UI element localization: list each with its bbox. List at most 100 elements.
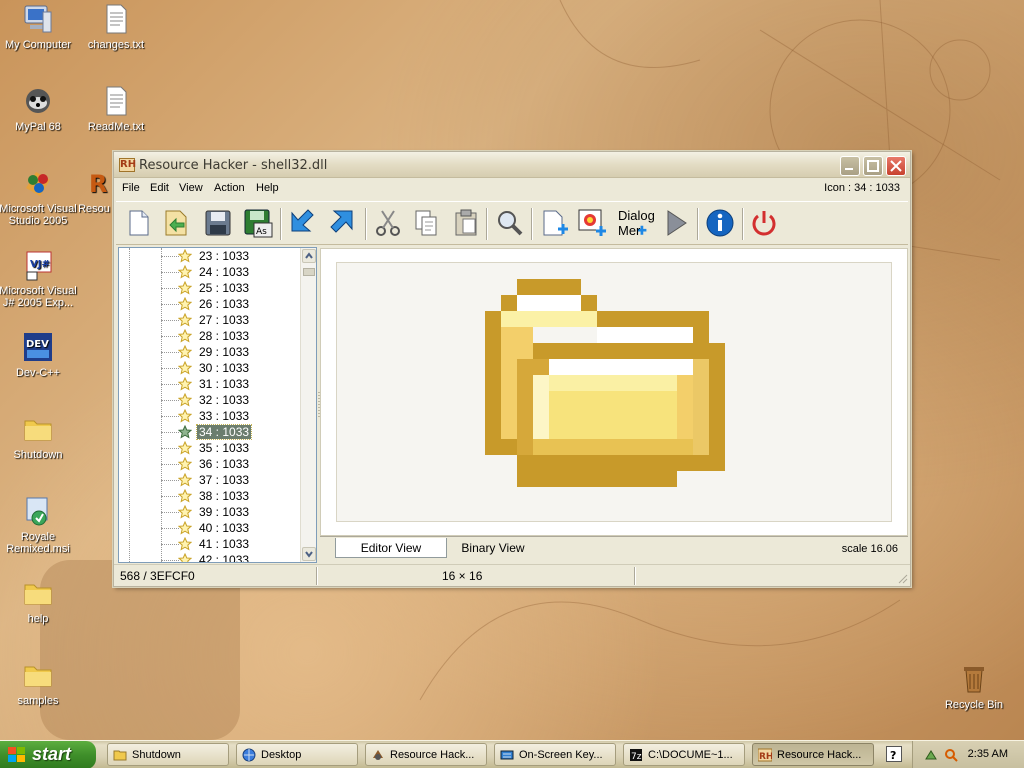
save-as-button[interactable]: As	[240, 205, 276, 241]
tree-item[interactable]: 29 : 1033	[119, 344, 299, 360]
tree-item[interactable]: 34 : 1033	[119, 424, 299, 440]
search-icon[interactable]	[943, 747, 959, 763]
tree-item[interactable]: 32 : 1033	[119, 392, 299, 408]
preview-pane	[320, 248, 908, 536]
app-icon	[373, 750, 383, 760]
tree-item[interactable]: 28 : 1033	[119, 328, 299, 344]
start-button[interactable]: start	[0, 741, 96, 768]
installer-icon	[21, 494, 55, 528]
raccoon-icon	[21, 84, 55, 118]
tree-item[interactable]: 35 : 1033	[119, 440, 299, 456]
star-icon	[178, 249, 192, 263]
desktop-icon-visual-jsharp[interactable]: VJ# Microsoft Visual J# 2005 Exp...	[0, 248, 78, 309]
tree-item[interactable]: 39 : 1033	[119, 504, 299, 520]
tree-item[interactable]: 40 : 1033	[119, 520, 299, 536]
title-bar[interactable]: RH Resource Hacker - shell32.dll	[114, 152, 910, 178]
save-button[interactable]	[200, 205, 236, 241]
taskbar-item-desktop[interactable]: Desktop	[236, 743, 358, 766]
desktop-icon-shutdown[interactable]: Shutdown	[0, 412, 78, 461]
tree-scrollbar[interactable]	[300, 248, 316, 562]
back-button[interactable]	[284, 205, 320, 241]
add-image-icon	[578, 209, 606, 236]
taskbar-item-shutdown[interactable]: Shutdown	[107, 743, 229, 766]
star-icon	[178, 329, 192, 343]
desktop-icon-samples[interactable]: samples	[0, 658, 78, 707]
tree-connector	[161, 272, 179, 273]
open-file-button[interactable]	[158, 205, 194, 241]
tree-item[interactable]: 26 : 1033	[119, 296, 299, 312]
tab-binary-view[interactable]: Binary View	[453, 538, 533, 558]
menu-file[interactable]: File	[122, 182, 140, 194]
tree-item[interactable]: 33 : 1033	[119, 408, 299, 424]
desktop-icon-help[interactable]: help	[0, 576, 78, 625]
exit-button[interactable]	[746, 205, 782, 241]
minimize-button[interactable]	[840, 156, 860, 176]
keyboard-icon	[500, 750, 514, 760]
close-icon	[890, 160, 902, 172]
tree-item[interactable]: 30 : 1033	[119, 360, 299, 376]
desktop-icon-changes-txt[interactable]: changes.txt	[76, 2, 156, 51]
desktop-icon-recycle-bin[interactable]: Recycle Bin	[934, 662, 1014, 711]
tree-item[interactable]: 38 : 1033	[119, 488, 299, 504]
tree-item[interactable]: 24 : 1033	[119, 264, 299, 280]
desktop-icon-label: Royale Remixed.msi	[6, 531, 70, 555]
toolbar-separator	[697, 208, 699, 240]
tree-item[interactable]: 25 : 1033	[119, 280, 299, 296]
tree-connector	[161, 528, 179, 529]
desktop-icon-my-computer[interactable]: My Computer	[0, 2, 78, 51]
new-file-button[interactable]	[120, 205, 156, 241]
maximize-button[interactable]	[863, 156, 883, 176]
tab-editor-view[interactable]: Editor View	[335, 538, 447, 558]
resize-grip-icon[interactable]	[896, 572, 908, 584]
taskbar-item-7zip[interactable]: 7z C:\DOCUME~1...	[623, 743, 745, 766]
toolbar-separator	[280, 208, 282, 240]
taskbar-item-resource-hacker[interactable]: Resource Hack...	[365, 743, 487, 766]
add-resource-icon	[543, 210, 568, 236]
forward-button[interactable]	[324, 205, 360, 241]
tree-item[interactable]: 37 : 1033	[119, 472, 299, 488]
help-tray-button[interactable]: ?	[886, 746, 902, 762]
tree-item-label: 36 : 1033	[199, 457, 250, 471]
scroll-down-button[interactable]	[302, 547, 316, 561]
svg-text:?: ?	[890, 749, 896, 761]
tree-item[interactable]: 31 : 1033	[119, 376, 299, 392]
scroll-thumb[interactable]	[303, 268, 315, 276]
svg-text:DEV: DEV	[26, 339, 49, 350]
resource-tree[interactable]: 23 : 1033 24 : 1033 25 : 1033 26 : 1033 27 :…	[118, 247, 317, 563]
desktop-icon-devcpp[interactable]: DEV Dev-C++	[0, 330, 78, 379]
taskbar-item-resource-hacker-active[interactable]: RH Resource Hack...	[752, 743, 874, 766]
taskbar-item-onscreen-keyboard[interactable]: On-Screen Key...	[494, 743, 616, 766]
tree-item[interactable]: 27 : 1033	[119, 312, 299, 328]
tree-item[interactable]: 41 : 1033	[119, 536, 299, 552]
desktop-icon-readme-txt[interactable]: ReadMe.txt	[76, 84, 156, 133]
cut-icon	[376, 210, 400, 236]
find-button[interactable]	[492, 205, 528, 241]
add-resource-button[interactable]	[536, 205, 572, 241]
network-icon[interactable]	[923, 747, 939, 763]
about-button[interactable]	[702, 205, 738, 241]
scroll-up-button[interactable]	[302, 249, 316, 263]
menu-action[interactable]: Action	[214, 182, 245, 194]
tree-item[interactable]: 36 : 1033	[119, 456, 299, 472]
run-script-button[interactable]	[658, 205, 694, 241]
star-icon	[178, 521, 192, 535]
new-file-icon	[129, 210, 149, 236]
tree-item[interactable]: 42 : 1033	[119, 552, 299, 562]
taskbar-item-label: Resource Hack...	[390, 749, 475, 761]
cut-button[interactable]	[370, 205, 406, 241]
view-tabs: Editor View Binary View scale 16.06	[320, 536, 908, 562]
help-icon: ?	[890, 749, 896, 762]
desktop-icon-mypal[interactable]: MyPal 68	[0, 84, 78, 133]
tree-item-label: 25 : 1033	[199, 281, 250, 295]
add-image-button[interactable]	[574, 205, 610, 241]
tree-item[interactable]: 23 : 1033	[119, 248, 299, 264]
copy-button[interactable]	[408, 205, 444, 241]
close-button[interactable]	[886, 156, 906, 176]
desktop-icon-royale-msi[interactable]: Royale Remixed.msi	[0, 494, 78, 555]
paste-button[interactable]	[448, 205, 484, 241]
menu-edit[interactable]: Edit	[150, 182, 169, 194]
text-file-icon	[99, 84, 133, 118]
menu-help[interactable]: Help	[256, 182, 279, 194]
tree-item-label: 31 : 1033	[199, 377, 250, 391]
menu-view[interactable]: View	[179, 182, 203, 194]
